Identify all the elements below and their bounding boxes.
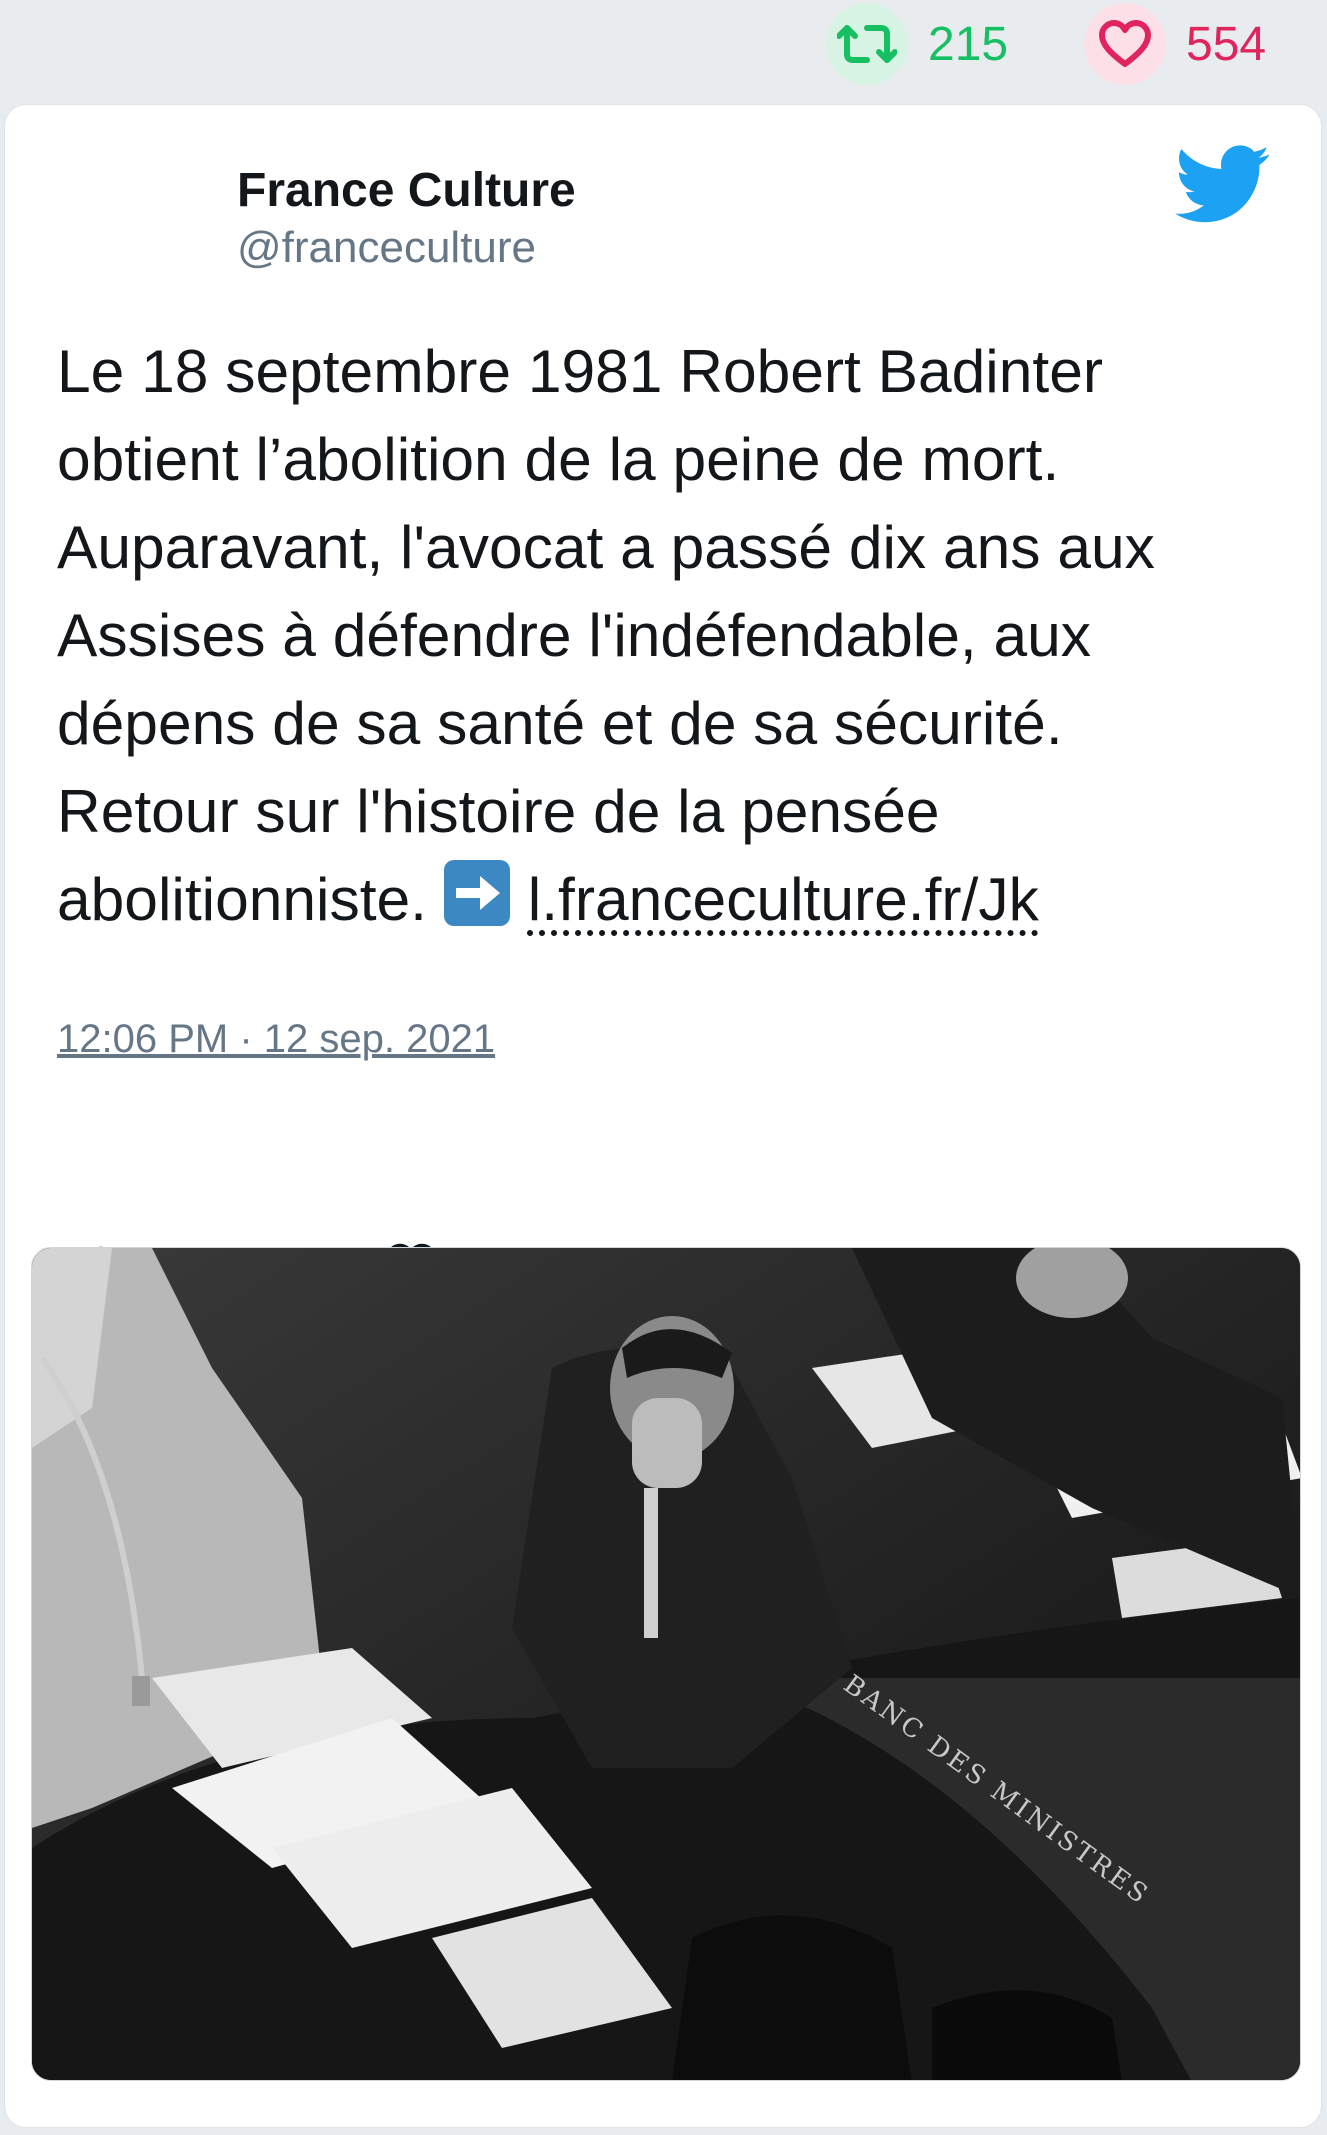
- tweet-text-line: Retour sur l'histoire de la pensée: [57, 777, 940, 845]
- tweet-link[interactable]: l.franceculture.fr/Jk: [528, 865, 1039, 933]
- author-name[interactable]: France Culture: [237, 163, 576, 218]
- like-stat[interactable]: 554: [1084, 3, 1267, 85]
- tweet-stats-bar: 215 554: [0, 0, 1327, 100]
- tweet-text-line: obtient l’abolition de la peine de mort.: [57, 425, 1060, 493]
- tweet-text-line: Auparavant, l'avocat a passé dix ans aux: [57, 513, 1155, 581]
- tweet-photo[interactable]: BANC DES MINISTRES: [31, 1247, 1301, 2081]
- like-count: 554: [1186, 17, 1267, 71]
- tweet-text-line: Le 18 septembre 1981 Robert Badinter: [57, 337, 1103, 405]
- right-arrow-emoji-icon: [443, 860, 510, 926]
- tweet-card: France Culture @franceculture Le 18 sept…: [4, 104, 1322, 2128]
- tweet-text-line: Assises à défendre l'indéfendable, aux: [57, 601, 1092, 669]
- heart-icon[interactable]: [1084, 3, 1166, 85]
- tweet-timestamp[interactable]: 12:06 PM · 12 sep. 2021: [57, 1017, 495, 1062]
- retweet-count: 215: [928, 17, 1009, 71]
- twitter-bird-icon[interactable]: [1175, 145, 1271, 230]
- tweet-text: Le 18 septembre 1981 Robert Badinter obt…: [57, 327, 1297, 943]
- retweet-icon[interactable]: [826, 3, 908, 85]
- tweet-text-line: dépens de sa santé et de sa sécurité.: [57, 689, 1063, 757]
- author-handle[interactable]: @franceculture: [237, 223, 536, 273]
- retweet-stat[interactable]: 215: [826, 3, 1009, 85]
- tweet-text-line: abolitionniste.: [57, 865, 427, 933]
